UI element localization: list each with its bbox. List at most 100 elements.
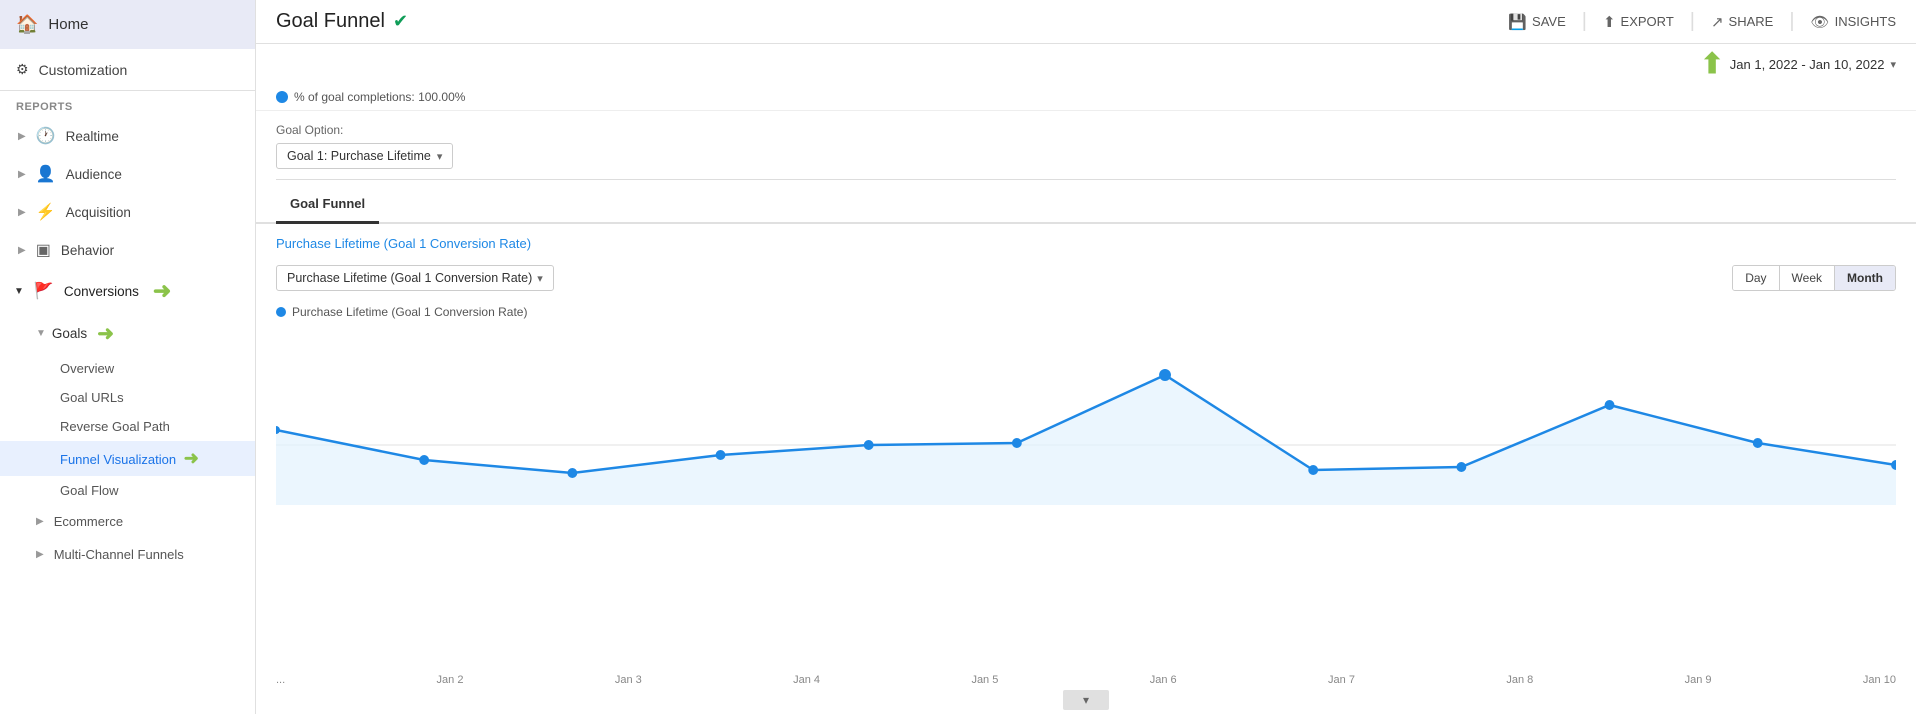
sidebar-item-realtime[interactable]: ▶ 🕐 Realtime bbox=[0, 117, 255, 155]
sidebar-item-overview[interactable]: Overview bbox=[0, 354, 255, 383]
goal-option-dropdown[interactable]: Goal 1: Purchase Lifetime ▾ bbox=[276, 143, 453, 169]
chart-legend-text: Purchase Lifetime (Goal 1 Conversion Rat… bbox=[292, 305, 527, 319]
save-button[interactable]: 💾 SAVE bbox=[1508, 13, 1565, 31]
tab-goal-funnel[interactable]: Goal Funnel bbox=[276, 186, 379, 224]
separator-2: | bbox=[1690, 10, 1695, 33]
sidebar-item-ecommerce[interactable]: ▶ Ecommerce bbox=[0, 505, 255, 538]
chevron-icon: ▶ bbox=[18, 245, 26, 256]
goals-arrow-indicator: ➜ bbox=[97, 321, 114, 346]
insights-button[interactable]: 👁 INSIGHTS bbox=[1811, 13, 1896, 31]
customization-label: Customization bbox=[39, 62, 128, 78]
chevron-icon: ▶ bbox=[18, 169, 26, 180]
date-range-text: Jan 1, 2022 - Jan 10, 2022 bbox=[1730, 57, 1885, 72]
x-label-jan2: Jan 2 bbox=[437, 674, 464, 686]
realtime-icon: 🕐 bbox=[36, 126, 56, 146]
conversions-arrow-indicator: ➜ bbox=[153, 278, 171, 304]
legend-dot bbox=[276, 91, 288, 103]
sidebar-item-funnel-visualization[interactable]: Funnel Visualization ➜ bbox=[0, 441, 255, 476]
metric-dropdown-value: Purchase Lifetime (Goal 1 Conversion Rat… bbox=[287, 271, 532, 285]
legend-bar: % of goal completions: 100.00% bbox=[256, 84, 1916, 111]
sidebar: 🏠 Home ⚙ Customization REPORTS ▶ 🕐 Realt… bbox=[0, 0, 256, 714]
main-content: Goal Funnel ✔ 💾 SAVE | ⬆ EXPORT | ↗ SHAR… bbox=[256, 0, 1916, 714]
export-label: EXPORT bbox=[1621, 14, 1674, 29]
x-label-jan7: Jan 7 bbox=[1328, 674, 1355, 686]
home-icon: 🏠 bbox=[16, 14, 38, 35]
goals-header[interactable]: ▼ Goals ➜ bbox=[0, 313, 255, 354]
sidebar-customization[interactable]: ⚙ Customization bbox=[0, 49, 255, 91]
chevron-icon: ▼ bbox=[14, 286, 24, 297]
metric-caret-icon: ▾ bbox=[537, 272, 543, 285]
insights-label: INSIGHTS bbox=[1835, 14, 1896, 29]
metric-dropdown[interactable]: Purchase Lifetime (Goal 1 Conversion Rat… bbox=[276, 265, 554, 291]
metric-row: Purchase Lifetime (Goal 1 Conversion Rat… bbox=[256, 255, 1916, 301]
export-button[interactable]: ⬆ EXPORT bbox=[1603, 13, 1674, 31]
save-label: SAVE bbox=[1532, 14, 1566, 29]
share-icon: ↗ bbox=[1711, 13, 1724, 31]
page-title: Goal Funnel bbox=[276, 10, 385, 33]
goal-option-caret-icon: ▾ bbox=[437, 150, 443, 163]
goals-subnav: Overview Goal URLs Reverse Goal Path Fun… bbox=[0, 354, 255, 505]
sidebar-item-multichannel[interactable]: ▶ Multi-Channel Funnels bbox=[0, 538, 255, 571]
date-range-section: ⬆ Jan 1, 2022 - Jan 10, 2022 ▾ bbox=[256, 44, 1916, 84]
behavior-icon: ▣ bbox=[36, 240, 51, 260]
legend-text: % of goal completions: 100.00% bbox=[294, 90, 465, 104]
goal-option-label: Goal Option: bbox=[276, 123, 1896, 137]
audience-icon: 👤 bbox=[36, 164, 56, 184]
ecommerce-chevron-icon: ▶ bbox=[36, 516, 44, 527]
date-up-arrow-icon: ⬆ bbox=[1700, 50, 1723, 78]
export-icon: ⬆ bbox=[1603, 13, 1616, 31]
line-chart bbox=[276, 325, 1896, 505]
goals-chevron-icon: ▼ bbox=[36, 328, 46, 339]
acquisition-label: Acquisition bbox=[66, 205, 131, 220]
x-label-jan9: Jan 9 bbox=[1685, 674, 1712, 686]
time-btn-month[interactable]: Month bbox=[1835, 266, 1895, 290]
multichannel-label: Multi-Channel Funnels bbox=[54, 547, 184, 562]
realtime-label: Realtime bbox=[66, 129, 119, 144]
scroll-indicator: ▾ bbox=[256, 686, 1916, 714]
top-bar: Goal Funnel ✔ 💾 SAVE | ⬆ EXPORT | ↗ SHAR… bbox=[256, 0, 1916, 44]
sidebar-home[interactable]: 🏠 Home bbox=[0, 0, 255, 49]
funnel-arrow-indicator: ➜ bbox=[184, 448, 199, 469]
save-icon: 💾 bbox=[1508, 13, 1527, 31]
sidebar-item-behavior[interactable]: ▶ ▣ Behavior bbox=[0, 231, 255, 269]
sidebar-item-goal-urls[interactable]: Goal URLs bbox=[0, 383, 255, 412]
sidebar-item-goal-flow[interactable]: Goal Flow bbox=[0, 476, 255, 505]
reports-section-label: REPORTS bbox=[0, 91, 255, 117]
time-buttons-group: Day Week Month bbox=[1732, 265, 1896, 291]
ecommerce-label: Ecommerce bbox=[54, 514, 123, 529]
audience-label: Audience bbox=[66, 167, 122, 182]
customization-icon: ⚙ bbox=[16, 61, 29, 78]
home-label: Home bbox=[48, 16, 88, 33]
conversions-icon: 🚩 bbox=[34, 281, 54, 301]
chart-container bbox=[256, 325, 1916, 672]
tab-row: Goal Funnel bbox=[256, 186, 1916, 224]
sidebar-item-reverse-goal-path[interactable]: Reverse Goal Path bbox=[0, 412, 255, 441]
time-btn-week[interactable]: Week bbox=[1780, 266, 1835, 290]
conversions-label: Conversions bbox=[64, 284, 139, 299]
acquisition-icon: ⚡ bbox=[36, 202, 56, 222]
time-btn-day[interactable]: Day bbox=[1733, 266, 1779, 290]
sidebar-item-audience[interactable]: ▶ 👤 Audience bbox=[0, 155, 255, 193]
top-actions: 💾 SAVE | ⬆ EXPORT | ↗ SHARE | 👁 INSIGHTS bbox=[1508, 10, 1896, 33]
goal-option-value: Goal 1: Purchase Lifetime bbox=[287, 149, 431, 163]
page-title-group: Goal Funnel ✔ bbox=[276, 10, 408, 33]
separator-3: | bbox=[1789, 10, 1794, 33]
goal-option-section: Goal Option: Goal 1: Purchase Lifetime ▾ bbox=[256, 111, 1916, 186]
behavior-label: Behavior bbox=[61, 243, 114, 258]
sidebar-item-conversions[interactable]: ▼ 🚩 Conversions ➜ bbox=[0, 269, 255, 313]
insights-icon: 👁 bbox=[1811, 13, 1830, 31]
chevron-icon: ▶ bbox=[18, 207, 26, 218]
share-label: SHARE bbox=[1729, 14, 1774, 29]
x-label-jan5: Jan 5 bbox=[971, 674, 998, 686]
goals-label: Goals bbox=[52, 326, 87, 341]
chart-legend-row: Purchase Lifetime (Goal 1 Conversion Rat… bbox=[256, 301, 1916, 325]
date-range-dropdown[interactable]: ▾ bbox=[1890, 58, 1896, 71]
x-label-jan4: Jan 4 bbox=[793, 674, 820, 686]
scroll-down-button[interactable]: ▾ bbox=[1063, 690, 1109, 710]
x-label-jan10: Jan 10 bbox=[1863, 674, 1896, 686]
x-label-jan3: Jan 3 bbox=[615, 674, 642, 686]
x-label-jan6: Jan 6 bbox=[1150, 674, 1177, 686]
sidebar-item-acquisition[interactable]: ▶ ⚡ Acquisition bbox=[0, 193, 255, 231]
share-button[interactable]: ↗ SHARE bbox=[1711, 13, 1773, 31]
x-label-jan8: Jan 8 bbox=[1506, 674, 1533, 686]
